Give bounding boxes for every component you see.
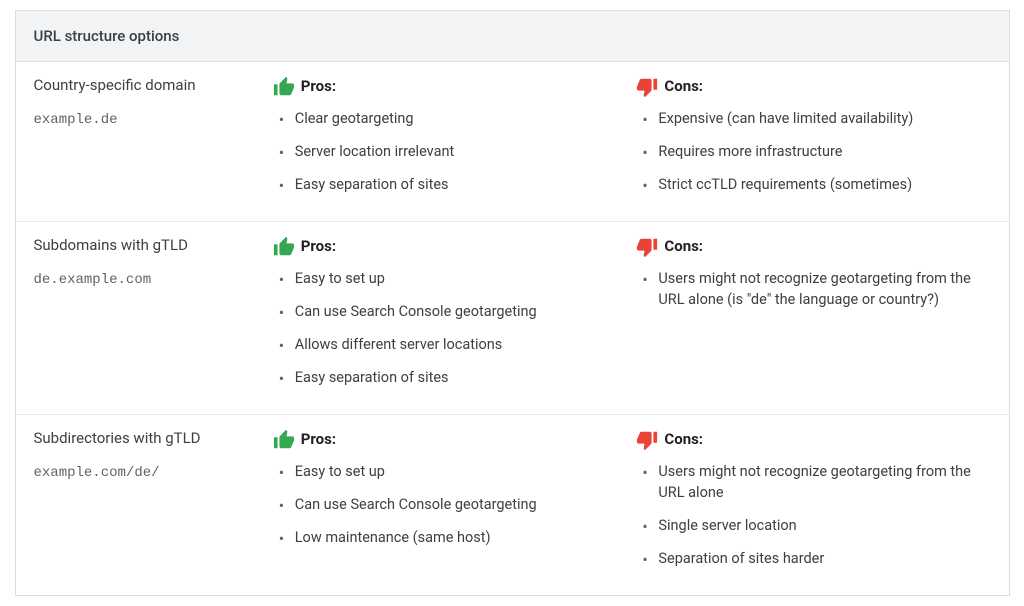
cons-list: Users might not recognize geotargeting f… [636,268,990,310]
pros-column: Pros: Easy to set up Can use Search Consol… [273,429,637,581]
list-item: Expensive (can have limited availability… [642,108,990,129]
pros-label: Pros: [301,430,336,448]
list-item: Easy to set up [279,461,617,482]
thumbs-down-icon [636,236,658,256]
cons-label: Cons: [664,77,703,95]
pros-heading: Pros: [273,429,617,449]
list-item: Easy to set up [279,268,617,289]
cons-heading: Cons: [636,236,990,256]
list-item: Easy separation of sites [279,367,617,388]
cons-label: Cons: [664,430,703,448]
cons-heading: Cons: [636,429,990,449]
pros-heading: Pros: [273,76,617,96]
list-item: Can use Search Console geotargeting [279,494,617,515]
cons-heading: Cons: [636,76,990,96]
cons-column: Cons: Users might not recognize geotarget… [636,429,990,581]
list-item: Low maintenance (same host) [279,527,617,548]
cons-label: Cons: [664,237,703,255]
cons-list: Users might not recognize geotargeting f… [636,461,990,569]
thumbs-down-icon [636,429,658,449]
type-title: Subdirectories with gTLD [34,429,263,447]
list-item: Strict ccTLD requirements (sometimes) [642,174,990,195]
list-item: Can use Search Console geotargeting [279,301,617,322]
list-item: Users might not recognize geotargeting f… [642,268,990,310]
list-item: Users might not recognize geotargeting f… [642,461,990,503]
pros-column: Pros: Clear geotargeting Server location i… [273,76,637,207]
table-row: Country-specific domain example.de Pros: Cl… [16,62,1009,222]
list-item: Server location irrelevant [279,141,617,162]
thumbs-up-icon [273,236,295,256]
thumbs-down-icon [636,76,658,96]
type-title: Subdomains with gTLD [34,236,263,254]
pros-list: Easy to set up Can use Search Console geo… [273,461,617,548]
table-header: URL structure options [16,11,1009,62]
pros-label: Pros: [301,237,336,255]
type-column: Subdomains with gTLD de.example.com [34,236,273,400]
cons-list: Expensive (can have limited availability… [636,108,990,195]
list-item: Allows different server locations [279,334,617,355]
pros-heading: Pros: [273,236,617,256]
type-example: example.de [34,112,263,128]
list-item: Separation of sites harder [642,548,990,569]
pros-label: Pros: [301,77,336,95]
cons-column: Cons: Expensive (can have limited availab… [636,76,990,207]
thumbs-up-icon [273,429,295,449]
table-row: Subdomains with gTLD de.example.com Pros: E… [16,222,1009,415]
type-example: example.com/de/ [34,465,263,481]
pros-list: Clear geotargeting Server location irrele… [273,108,617,195]
list-item: Easy separation of sites [279,174,617,195]
table-row: Subdirectories with gTLD example.com/de/P… [16,415,1009,595]
thumbs-up-icon [273,76,295,96]
list-item: Single server location [642,515,990,536]
pros-column: Pros: Easy to set up Can use Search Consol… [273,236,637,400]
list-item: Requires more infrastructure [642,141,990,162]
type-title: Country-specific domain [34,76,263,94]
list-item: Clear geotargeting [279,108,617,129]
cons-column: Cons: Users might not recognize geotarget… [636,236,990,400]
type-column: Country-specific domain example.de [34,76,273,207]
type-column: Subdirectories with gTLD example.com/de/ [34,429,273,581]
pros-list: Easy to set up Can use Search Console geo… [273,268,617,388]
url-structure-table: URL structure options Country-specific d… [15,10,1010,596]
type-example: de.example.com [34,272,263,288]
